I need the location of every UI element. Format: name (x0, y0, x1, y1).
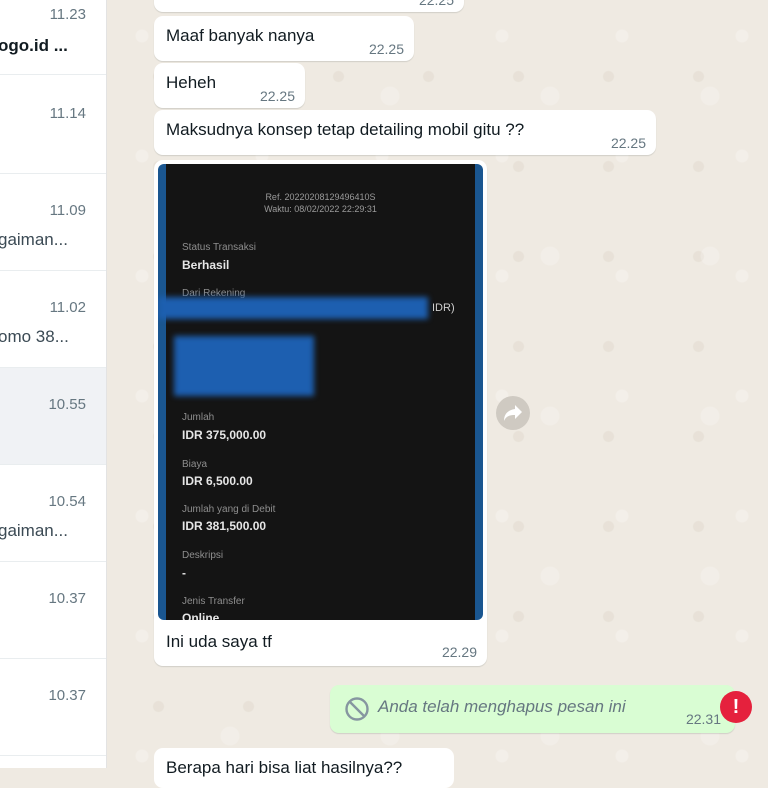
chat-list-sidebar: 11.23 ogo.id ... 11.14 11.09 gaiman... 1… (0, 0, 107, 768)
description-value: - (182, 566, 186, 580)
receipt-ref: Ref. 20220208129496410S (265, 192, 376, 202)
chat-list-item[interactable]: 10.37 (0, 562, 106, 659)
forward-icon[interactable] (496, 396, 530, 430)
fee-label: Biaya (182, 459, 208, 470)
chat-preview: omo 38... (0, 327, 69, 346)
chat-preview: gaiman... (0, 521, 68, 540)
message-time: 22.25 (418, 0, 454, 8)
message-bubble-outgoing-deleted[interactable]: Anda telah menghapus pesan ini 22.31 (330, 685, 735, 733)
chat-time: 11.14 (49, 105, 86, 122)
message-time: 22.25 (610, 135, 646, 151)
debit-label: Jumlah yang di Debit (182, 504, 276, 515)
chat-preview: gaiman... (0, 230, 68, 249)
receipt-content: Ref. 20220208129496410S Waktu: 08/02/202… (158, 164, 475, 620)
redacted-destination-box (174, 336, 314, 396)
ban-icon (344, 696, 370, 727)
message-bubble-incoming[interactable]: Berapa hari bisa liat hasilnya?? (154, 748, 454, 788)
chat-time: 10.37 (48, 687, 86, 704)
receipt-time: Waktu: 08/02/2022 22:29:31 (264, 204, 377, 214)
status-label: Status Transaksi (182, 242, 256, 253)
transfer-type-label: Jenis Transfer (182, 596, 245, 607)
message-time: 22.31 (685, 711, 721, 727)
currency-suffix: IDR) (432, 302, 455, 314)
transfer-type-value: Online (182, 611, 220, 620)
amount-label: Jumlah (182, 412, 215, 423)
chat-list-item[interactable]: 11.02 omo 38... (0, 271, 106, 368)
message-text: Maaf banyak nanya (166, 26, 315, 45)
message-time: 22.29 (441, 644, 477, 660)
message-text: Heheh (166, 73, 217, 92)
message-text: Berapa hari bisa liat hasilnya?? (166, 758, 403, 777)
message-bubble-incoming[interactable]: 22.25 (154, 0, 464, 12)
chat-time: 10.55 (48, 396, 86, 413)
chat-list-item[interactable]: 11.09 gaiman... (0, 174, 106, 271)
debit-value: IDR 381,500.00 (182, 519, 267, 533)
chat-time: 11.02 (49, 299, 86, 316)
transfer-receipt-image[interactable]: Ref. 20220208129496410S Waktu: 08/02/202… (158, 164, 483, 620)
chat-preview: ogo.id ... (0, 36, 68, 55)
chat-list-item[interactable]: 11.14 (0, 77, 106, 174)
chat-list-item[interactable]: 10.54 gaiman... (0, 465, 106, 562)
chat-list-item-active[interactable]: 10.55 (0, 368, 106, 465)
message-time: 22.25 (368, 41, 404, 57)
image-caption: Ini uda saya tf (166, 632, 272, 651)
message-text: Maksudnya konsep tetap detailing mobil g… (166, 120, 525, 139)
chat-time: 11.09 (49, 202, 86, 219)
chat-list-item[interactable]: 10.37 (0, 659, 106, 756)
message-bubble-incoming[interactable]: Maksudnya konsep tetap detailing mobil g… (154, 110, 656, 155)
message-bubble-incoming[interactable]: Heheh 22.25 (154, 63, 305, 108)
chat-time: 11.23 (49, 6, 86, 23)
message-time: 22.25 (259, 88, 295, 104)
image-message-bubble[interactable]: Ref. 20220208129496410S Waktu: 08/02/202… (154, 160, 487, 666)
chat-time: 10.37 (48, 590, 86, 607)
amount-value: IDR 375,000.00 (182, 428, 267, 442)
deleted-message-text: Anda telah menghapus pesan ini (378, 697, 626, 716)
status-value: Berhasil (182, 258, 230, 272)
error-alert-icon[interactable]: ! (720, 691, 752, 723)
fee-value: IDR 6,500.00 (182, 474, 253, 488)
description-label: Deskripsi (182, 550, 224, 561)
redacted-account-bar (158, 297, 428, 319)
message-bubble-incoming[interactable]: Maaf banyak nanya 22.25 (154, 16, 414, 61)
chat-time: 10.54 (48, 493, 86, 510)
chat-list-item[interactable]: 11.23 ogo.id ... (0, 0, 106, 75)
